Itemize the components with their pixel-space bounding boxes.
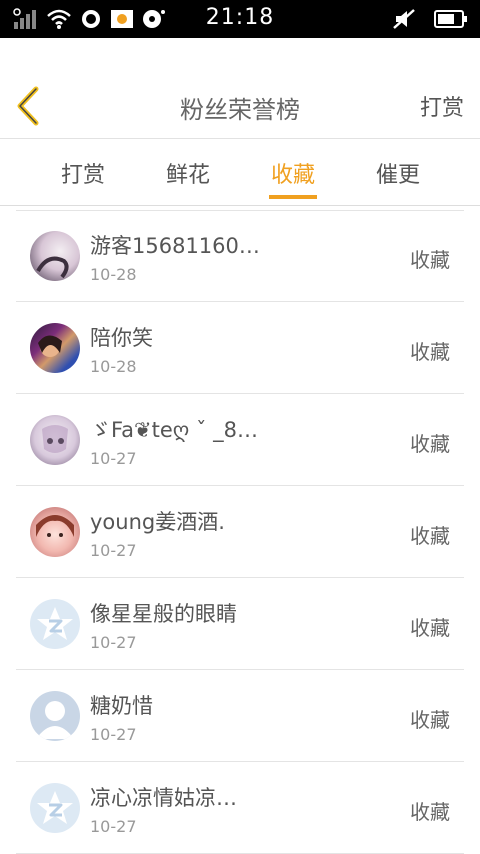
list-item[interactable]: 像星星般的眼睛 10-27 收藏 — [16, 578, 464, 670]
tab-favorites[interactable]: 收藏 — [245, 157, 341, 189]
list-item[interactable]: 凉心凉情姑凉… 10-27 收藏 — [16, 762, 464, 854]
mute-icon — [392, 8, 416, 34]
favorite-action: 收藏 — [410, 800, 450, 824]
fan-date: 10-27 — [90, 725, 137, 744]
avatar — [30, 415, 80, 465]
favorite-action: 收藏 — [410, 524, 450, 548]
avatar — [30, 323, 80, 373]
favorite-action: 收藏 — [410, 616, 450, 640]
fan-date: 10-28 — [90, 357, 137, 376]
avatar — [30, 231, 80, 281]
list-item[interactable]: 糖奶惜 10-27 收藏 — [16, 670, 464, 762]
favorite-action: 收藏 — [410, 432, 450, 456]
fan-name: 糖奶惜 — [90, 694, 153, 718]
fan-date: 10-27 — [90, 633, 137, 652]
app-header: 粉丝荣誉榜 打赏 — [0, 38, 480, 139]
tab-urge-update[interactable]: 催更 — [350, 157, 446, 189]
fan-name: 凉心凉情姑凉… — [90, 786, 237, 810]
default-person-avatar-icon — [30, 691, 80, 741]
default-star-avatar-icon — [30, 599, 80, 649]
default-star-avatar-icon — [30, 783, 80, 833]
fan-date: 10-28 — [90, 265, 137, 284]
fan-name: 陪你笑 — [90, 326, 153, 350]
list-item[interactable]: young姜酒酒. 10-27 收藏 — [16, 486, 464, 578]
fan-name: 游客15681160… — [90, 234, 260, 258]
list-item[interactable]: ゞFa❦teღ ˇ _8… 10-27 收藏 — [16, 394, 464, 486]
favorite-action: 收藏 — [410, 340, 450, 364]
fan-name: ゞFa❦teღ ˇ _8… — [90, 418, 258, 442]
fan-name: young姜酒酒. — [90, 510, 225, 534]
favorite-action: 收藏 — [410, 248, 450, 272]
tab-bar: 打赏 鲜花 收藏 催更 — [0, 139, 480, 206]
battery-icon — [434, 9, 468, 33]
active-tab-indicator — [269, 195, 317, 199]
list-item[interactable]: 游客15681160… 10-28 收藏 — [16, 210, 464, 302]
favorite-action: 收藏 — [410, 708, 450, 732]
status-bar: 21:18 — [0, 0, 480, 38]
list-item[interactable]: 陪你笑 10-28 收藏 — [16, 302, 464, 394]
status-icons-right — [392, 8, 468, 34]
page-title: 粉丝荣誉榜 — [180, 96, 300, 124]
reward-link[interactable]: 打赏 — [420, 90, 464, 122]
avatar — [30, 507, 80, 557]
tab-reward[interactable]: 打赏 — [35, 157, 131, 189]
fan-date: 10-27 — [90, 449, 137, 468]
fan-date: 10-27 — [90, 541, 137, 560]
tab-flowers[interactable]: 鲜花 — [140, 157, 236, 189]
fan-date: 10-27 — [90, 817, 137, 836]
fan-name: 像星星般的眼睛 — [90, 602, 237, 626]
